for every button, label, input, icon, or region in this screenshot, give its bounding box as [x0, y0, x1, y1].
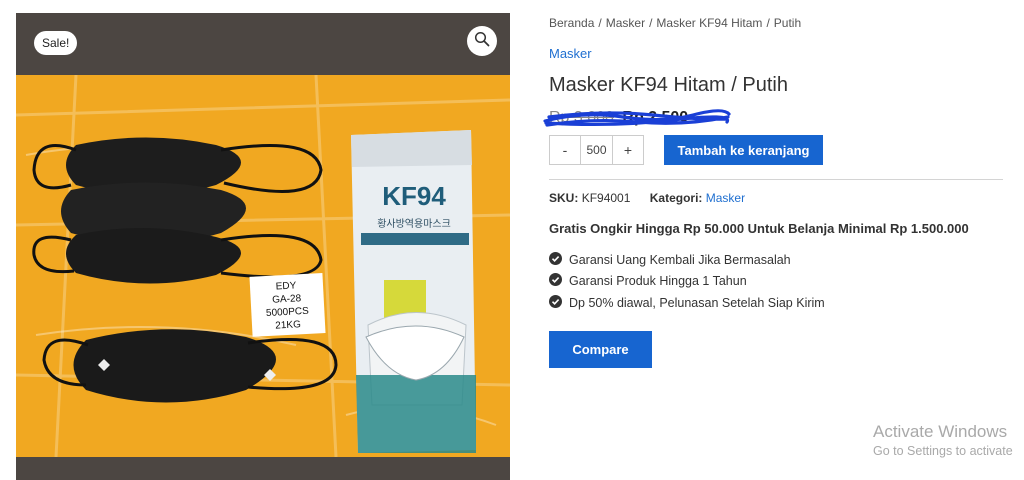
watermark-subtitle: Go to Settings to activate: [873, 444, 1013, 458]
windows-activation-watermark: Activate Windows Go to Settings to activ…: [873, 422, 1013, 458]
product-price: Rp 3.000 Rp 2.500: [543, 109, 731, 131]
svg-text:EDY: EDY: [275, 280, 296, 292]
feature-text: Dp 50% diawal, Pelunasan Setelah Siap Ki…: [569, 295, 825, 310]
category-value-link[interactable]: Masker: [706, 191, 745, 205]
sku-label: SKU:: [549, 191, 579, 205]
box-label: EDY GA-28 5000PCS 21KG: [249, 273, 326, 337]
quantity-stepper: - +: [549, 135, 644, 165]
svg-text:KF94: KF94: [382, 181, 446, 211]
svg-text:황사방역용마스크: 황사방역용마스크: [377, 218, 451, 230]
breadcrumb-separator: /: [649, 16, 653, 30]
feature-list: Garansi Uang Kembali Jika Bermasalah Gar…: [549, 249, 825, 314]
feature-text: Garansi Produk Hingga 1 Tahun: [569, 274, 747, 289]
magnifier-icon: [474, 31, 490, 52]
breadcrumb-product-group[interactable]: Masker KF94 Hitam: [656, 16, 762, 30]
breadcrumb: Beranda / Masker / Masker KF94 Hitam / Putih: [549, 16, 801, 30]
check-circle-icon: [549, 273, 569, 289]
check-circle-icon: [549, 251, 569, 268]
category-label: Kategori:: [649, 191, 703, 205]
svg-text:GA-28: GA-28: [272, 293, 302, 306]
product-meta: SKU: KF94001 Kategori: Masker: [549, 191, 745, 205]
product-gallery: Sale! EDY GA-28 5000PCS 21KG KF94 황사방역용마…: [16, 13, 510, 480]
quantity-decrease-button[interactable]: -: [550, 136, 580, 164]
price-scribble: [543, 109, 731, 127]
zoom-button[interactable]: [467, 26, 497, 56]
svg-text:5000PCS: 5000PCS: [266, 306, 310, 319]
product-title: Masker KF94 Hitam / Putih: [549, 74, 788, 96]
check-circle-icon: [549, 294, 569, 311]
breadcrumb-separator: /: [766, 16, 770, 30]
breadcrumb-separator: /: [598, 16, 602, 30]
svg-text:21KG: 21KG: [275, 319, 301, 331]
sale-badge: Sale!: [34, 31, 78, 55]
kf94-package: KF94 황사방역용마스크: [351, 130, 476, 453]
compare-button[interactable]: Compare: [549, 331, 652, 368]
list-item: Garansi Uang Kembali Jika Bermasalah: [549, 249, 825, 271]
list-item: Garansi Produk Hingga 1 Tahun: [549, 271, 825, 293]
quantity-increase-button[interactable]: +: [613, 136, 643, 164]
category-link[interactable]: Masker: [549, 46, 592, 61]
divider: [549, 179, 1003, 180]
feature-text: Garansi Uang Kembali Jika Bermasalah: [569, 252, 791, 267]
sku-value: KF94001: [581, 191, 631, 205]
quantity-input[interactable]: [580, 136, 613, 164]
product-image[interactable]: EDY GA-28 5000PCS 21KG KF94 황사방역용마스크: [16, 75, 510, 457]
add-to-cart-button[interactable]: Tambah ke keranjang: [664, 135, 823, 165]
watermark-title: Activate Windows: [873, 422, 1008, 441]
breadcrumb-home[interactable]: Beranda: [549, 16, 594, 30]
breadcrumb-current: Putih: [773, 16, 802, 30]
list-item: Dp 50% diawal, Pelunasan Setelah Siap Ki…: [549, 292, 825, 314]
breadcrumb-category[interactable]: Masker: [606, 16, 645, 30]
promo-text: Gratis Ongkir Hingga Rp 50.000 Untuk Bel…: [549, 221, 969, 236]
